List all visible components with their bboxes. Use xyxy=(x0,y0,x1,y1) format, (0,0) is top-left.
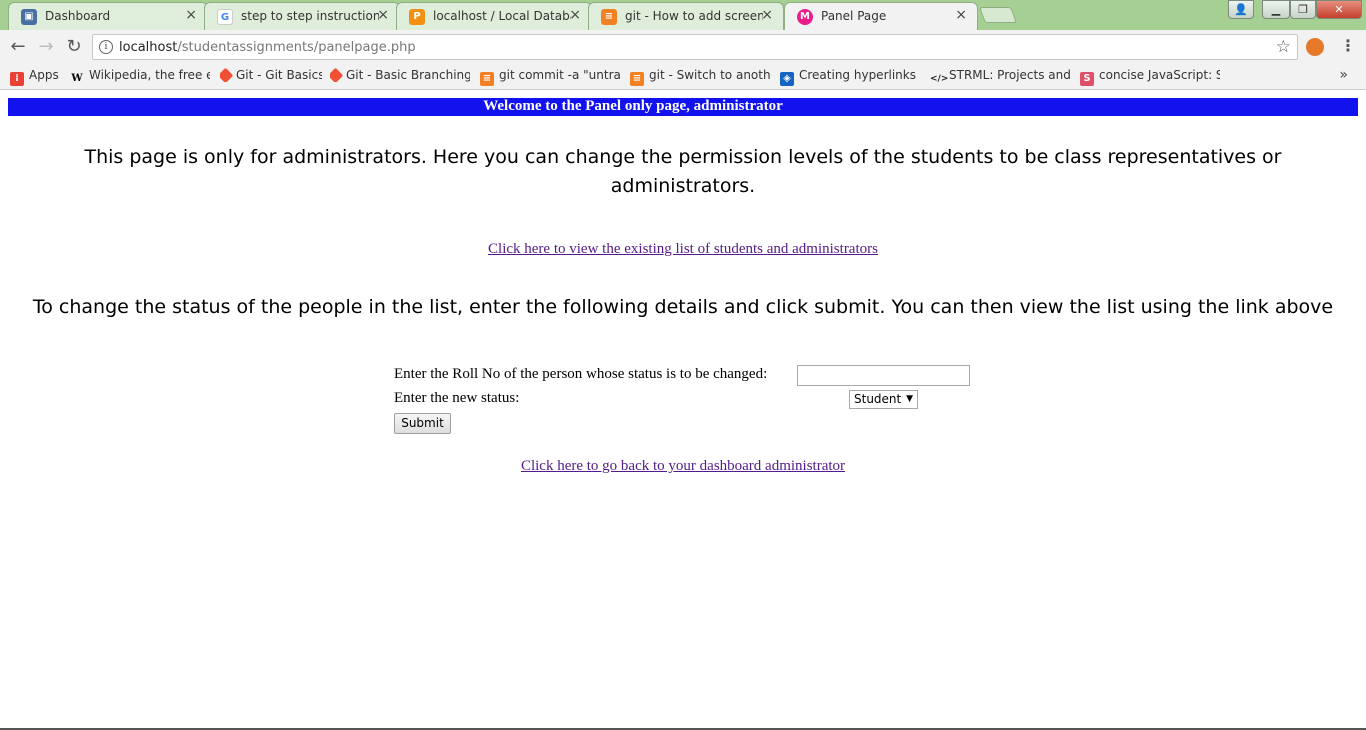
page-icon: M xyxy=(797,9,813,25)
dashboard-icon: ▣ xyxy=(21,9,37,25)
new-status-label: Enter the new status: xyxy=(394,390,520,406)
bookmark-label: Git - Basic Branching a xyxy=(346,68,470,82)
reload-icon[interactable]: ↻ xyxy=(62,35,86,59)
bookmarks-overflow-icon[interactable]: » xyxy=(1339,67,1348,83)
tab-title: git - How to add screens xyxy=(625,9,763,23)
intro-text: This page is only for administrators. He… xyxy=(84,146,1282,197)
bookmark-label: Git - Git Basics xyxy=(236,68,322,82)
apps-icon: ⁞ xyxy=(10,72,24,86)
bookmarks-bar: ⁞ Apps W Wikipedia, the free en Git - Git … xyxy=(0,64,1366,90)
restore-button[interactable]: ❐ xyxy=(1290,0,1316,19)
bookmark-git-switch[interactable]: ≡ git - Switch to anothe xyxy=(630,68,770,86)
stackoverflow-icon: ≡ xyxy=(601,9,617,25)
bookmark-concise-javascript[interactable]: Sconcise JavaScript: Sli xyxy=(1080,68,1220,86)
bookmark-creating-hyperlinks[interactable]: ◈ Creating hyperlinks - t xyxy=(780,68,920,86)
bookmark-label: git - Switch to anothe xyxy=(649,68,770,82)
bookmark-star-icon[interactable]: ☆ xyxy=(1276,37,1291,57)
tab-localhost-database[interactable]: P localhost / Local Databa × xyxy=(396,2,592,30)
tab-step-instructions[interactable]: G step to step instructions × xyxy=(204,2,400,30)
menu-kebab-icon[interactable]: ⋮ xyxy=(1340,36,1356,55)
bookmark-git-basics[interactable]: Git - Git Basics xyxy=(220,68,322,82)
view-list-link[interactable]: Click here to view the existing list of … xyxy=(488,241,878,257)
forward-icon[interactable]: → xyxy=(34,35,58,59)
tab-panel-page[interactable]: M Panel Page × xyxy=(784,2,978,30)
phpmyadmin-icon: P xyxy=(409,9,425,25)
bookmark-apps[interactable]: ⁞ Apps xyxy=(10,68,66,86)
stackoverflow-icon: ≡ xyxy=(480,72,494,86)
dropdown-arrow-icon: ▼ xyxy=(906,394,913,404)
info-icon[interactable]: i xyxy=(99,40,113,54)
tab-title: Dashboard xyxy=(45,9,111,23)
url-host: localhost xyxy=(119,40,178,55)
close-icon[interactable]: × xyxy=(377,7,389,23)
google-icon: G xyxy=(217,9,233,25)
close-icon[interactable]: × xyxy=(569,7,581,23)
instruction-text: To change the status of the people in th… xyxy=(32,296,1334,318)
bookmark-git-branching[interactable]: Git - Basic Branching a xyxy=(330,68,470,82)
welcome-banner: Welcome to the Panel only page, administ… xyxy=(8,98,1358,116)
bookmark-git-commit[interactable]: ≡ git commit -a "untrac xyxy=(480,68,620,86)
bookmark-label: concise JavaScript: Sli xyxy=(1099,68,1220,82)
slides-icon: S xyxy=(1080,72,1094,86)
git-icon xyxy=(220,68,234,82)
bookmark-label: Wikipedia, the free en xyxy=(89,68,210,82)
user-icon[interactable]: 👤 xyxy=(1228,0,1254,19)
extension-icon[interactable] xyxy=(1306,38,1324,56)
close-icon[interactable]: × xyxy=(955,7,967,23)
welcome-banner-text: Welcome to the Panel only page, administ… xyxy=(483,98,783,114)
close-icon[interactable]: × xyxy=(185,7,197,23)
code-icon: </> xyxy=(930,74,949,84)
bookmark-wikipedia[interactable]: W Wikipedia, the free en xyxy=(70,68,210,86)
back-to-dashboard-link[interactable]: Click here to go back to your dashboard … xyxy=(521,458,845,474)
tab-title: Panel Page xyxy=(821,9,887,23)
address-bar[interactable]: i localhost/studentassignments/panelpage… xyxy=(92,34,1298,60)
url-text[interactable]: localhost/studentassignments/panelpage.p… xyxy=(119,40,416,55)
tab-title: step to step instructions xyxy=(241,9,379,23)
tab-strip: ▣ Dashboard × G step to step instruction… xyxy=(0,0,1366,30)
roll-no-input[interactable] xyxy=(797,365,970,386)
wikipedia-icon: W xyxy=(71,73,83,84)
window-close-button[interactable]: ✕ xyxy=(1316,0,1362,19)
view-list-link-container: Click here to view the existing list of … xyxy=(0,238,1366,258)
bookmark-label: STRML: Projects and W xyxy=(949,68,1070,82)
back-link-container: Click here to go back to your dashboard … xyxy=(0,455,1366,475)
tab-title: localhost / Local Databa xyxy=(433,9,571,23)
tab-dashboard[interactable]: ▣ Dashboard × xyxy=(8,2,208,30)
git-icon xyxy=(330,68,344,82)
hyperlink-icon: ◈ xyxy=(780,72,794,86)
back-icon[interactable]: ← xyxy=(6,35,30,59)
new-tab-button[interactable] xyxy=(979,7,1017,23)
browser-toolbar: ← → ↻ i localhost/studentassignments/pan… xyxy=(0,30,1366,64)
bookmark-strml[interactable]: </>STRML: Projects and W xyxy=(930,68,1070,86)
minimize-button[interactable]: ▁ xyxy=(1262,0,1290,19)
close-icon[interactable]: × xyxy=(761,7,773,23)
bookmark-label: Creating hyperlinks - t xyxy=(799,68,920,82)
roll-no-label: Enter the Roll No of the person whose st… xyxy=(394,366,768,382)
url-path: /studentassignments/panelpage.php xyxy=(177,40,416,55)
submit-button[interactable]: Submit xyxy=(394,413,451,434)
stackoverflow-icon: ≡ xyxy=(630,72,644,86)
status-selected-value: Student xyxy=(854,392,902,406)
tab-git-screenshots[interactable]: ≡ git - How to add screens × xyxy=(588,2,784,30)
status-select[interactable]: Student ▼ xyxy=(849,390,918,409)
bookmark-label: Apps xyxy=(29,68,59,82)
bookmark-label: git commit -a "untrac xyxy=(499,68,620,82)
